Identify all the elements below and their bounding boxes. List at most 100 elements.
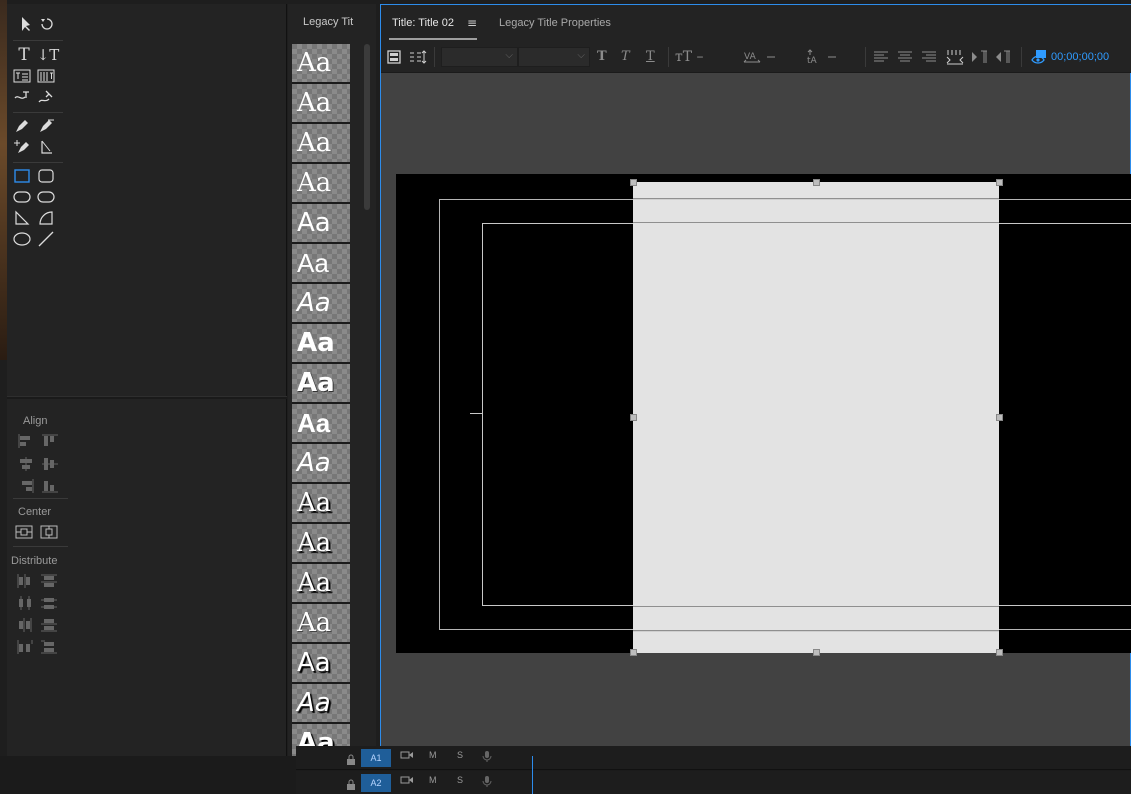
resize-handle-bottom[interactable] xyxy=(813,649,820,656)
align-text-right-icon[interactable] xyxy=(921,49,937,65)
rounded-rectangle-tool-icon[interactable] xyxy=(36,168,56,186)
tab-stops-ruler-icon[interactable] xyxy=(946,49,964,65)
convert-anchor-point-tool-icon[interactable] xyxy=(36,139,56,157)
rectangle-object[interactable] xyxy=(633,182,999,653)
center-vertical-icon[interactable] xyxy=(40,524,58,540)
align-bottom-icon[interactable] xyxy=(41,478,59,494)
title-style-swatch[interactable]: Aa xyxy=(292,83,350,123)
vertical-path-type-tool-icon[interactable] xyxy=(36,89,56,107)
title-style-swatch[interactable]: Aa xyxy=(292,523,350,563)
title-style-swatch[interactable]: Aa xyxy=(292,123,350,163)
font-family-select[interactable]: ⌵ xyxy=(441,47,518,67)
align-text-center-icon[interactable] xyxy=(897,49,913,65)
track-label-a1[interactable]: A1 xyxy=(361,749,391,767)
mute-button[interactable]: M xyxy=(429,775,437,785)
align-left-icon[interactable] xyxy=(17,433,35,449)
selection-tool-icon[interactable] xyxy=(15,16,35,34)
align-top-icon[interactable] xyxy=(41,433,59,449)
font-style-select[interactable]: ⌵ xyxy=(518,47,590,67)
add-anchor-point-tool-icon[interactable] xyxy=(12,139,32,157)
roll-crawl-icon[interactable] xyxy=(386,49,402,65)
underline-icon[interactable]: T xyxy=(646,49,655,65)
leading-icon[interactable]: tA xyxy=(804,49,838,66)
bold-icon[interactable]: T xyxy=(597,49,607,65)
panel-menu-icon[interactable]: ≡ xyxy=(467,16,477,30)
title-style-swatch[interactable]: Aa xyxy=(292,243,350,283)
resize-handle-left[interactable] xyxy=(630,414,637,421)
styles-scrollbar[interactable] xyxy=(364,44,370,210)
distribute-vertical-even-icon[interactable] xyxy=(40,639,58,655)
resize-handle-bottom-left[interactable] xyxy=(630,649,637,656)
font-size-icon[interactable]: ᴛT – xyxy=(675,49,704,65)
italic-icon[interactable]: T xyxy=(621,49,630,65)
title-style-swatch[interactable]: Aa xyxy=(292,283,350,323)
wedge-tool-icon[interactable] xyxy=(12,210,32,228)
kerning-icon[interactable]: VA xyxy=(743,49,777,65)
title-style-swatch[interactable]: Aa xyxy=(292,363,350,403)
resize-handle-right[interactable] xyxy=(996,414,1003,421)
title-style-swatch[interactable]: Aa xyxy=(292,643,350,683)
rotate-tool-icon[interactable] xyxy=(37,16,57,34)
solo-button[interactable]: S xyxy=(457,750,463,760)
resize-handle-top-right[interactable] xyxy=(996,179,1003,186)
playhead-line[interactable] xyxy=(532,756,533,794)
line-tool-icon[interactable] xyxy=(36,231,56,249)
title-style-swatch[interactable]: Aa xyxy=(292,203,350,243)
title-style-swatch[interactable]: Aa xyxy=(292,44,350,83)
area-type-tool-icon[interactable] xyxy=(12,68,32,86)
type-tool-icon[interactable]: T xyxy=(14,46,34,64)
title-style-swatch[interactable]: Aa xyxy=(292,163,350,203)
track-label-a2[interactable]: A2 xyxy=(361,774,391,792)
title-style-swatch[interactable]: Aa xyxy=(292,603,350,643)
track-output-icon[interactable] xyxy=(400,750,414,762)
resize-handle-top-left[interactable] xyxy=(630,179,637,186)
lock-icon[interactable] xyxy=(346,751,356,765)
title-style-swatch[interactable]: Aa xyxy=(292,683,350,723)
tab-stops-icon[interactable] xyxy=(409,49,427,65)
solo-button[interactable]: S xyxy=(457,775,463,785)
distribute-top-icon[interactable] xyxy=(40,573,58,589)
resize-handle-bottom-right[interactable] xyxy=(996,649,1003,656)
vertical-type-tool-icon[interactable]: ↓T xyxy=(36,46,60,64)
align-horizontal-center-icon[interactable] xyxy=(17,456,35,472)
title-style-swatch[interactable]: Aa xyxy=(292,323,350,363)
voiceover-mic-icon[interactable] xyxy=(482,775,492,789)
align-vertical-center-icon[interactable] xyxy=(41,456,59,472)
track-output-icon[interactable] xyxy=(400,775,414,787)
distribute-right-icon[interactable] xyxy=(16,617,34,633)
timecode-display[interactable]: 00;00;00;00 xyxy=(1051,51,1109,63)
tab-legacy-title-properties[interactable]: Legacy Title Properties xyxy=(499,17,611,29)
rounded-corner-rectangle-tool-icon[interactable] xyxy=(12,189,32,207)
title-style-swatch[interactable]: Aa xyxy=(292,563,350,603)
path-type-tool-icon[interactable] xyxy=(12,89,32,107)
title-canvas[interactable] xyxy=(396,174,1131,656)
center-horizontal-icon[interactable] xyxy=(15,524,33,540)
ellipse-tool-icon[interactable] xyxy=(12,231,32,249)
rectangle-tool-icon[interactable] xyxy=(12,168,32,186)
paragraph-icon[interactable] xyxy=(995,49,1013,65)
distribute-left-icon[interactable] xyxy=(16,573,34,589)
vertical-area-type-tool-icon[interactable] xyxy=(36,68,56,86)
arc-tool-icon[interactable] xyxy=(36,210,56,228)
tools-panel: T ↓T Align Center Distribute xyxy=(7,4,287,756)
mute-button[interactable]: M xyxy=(429,750,437,760)
distribute-horizontal-center-icon[interactable] xyxy=(16,595,34,611)
title-style-swatch[interactable]: Aa xyxy=(292,483,350,523)
align-right-icon[interactable] xyxy=(17,478,35,494)
lock-icon[interactable] xyxy=(346,776,356,790)
align-text-left-icon[interactable] xyxy=(873,49,889,65)
title-style-swatch[interactable]: Aa xyxy=(292,443,350,483)
tab-title-02[interactable]: Title: Title 02 xyxy=(392,17,454,29)
show-background-video-icon[interactable] xyxy=(1031,49,1047,65)
show-hidden-chars-icon[interactable] xyxy=(971,49,989,65)
styles-tab-label[interactable]: Legacy Tit xyxy=(303,16,353,28)
title-style-swatch[interactable]: Aa xyxy=(292,403,350,443)
distribute-vertical-center-icon[interactable] xyxy=(40,595,58,611)
distribute-horizontal-even-icon[interactable] xyxy=(16,639,34,655)
resize-handle-top[interactable] xyxy=(813,179,820,186)
delete-anchor-point-tool-icon[interactable] xyxy=(36,118,56,136)
pen-tool-icon[interactable] xyxy=(12,118,32,136)
distribute-bottom-icon[interactable] xyxy=(40,617,58,633)
voiceover-mic-icon[interactable] xyxy=(482,750,492,764)
clipped-corner-rectangle-tool-icon[interactable] xyxy=(36,189,56,207)
